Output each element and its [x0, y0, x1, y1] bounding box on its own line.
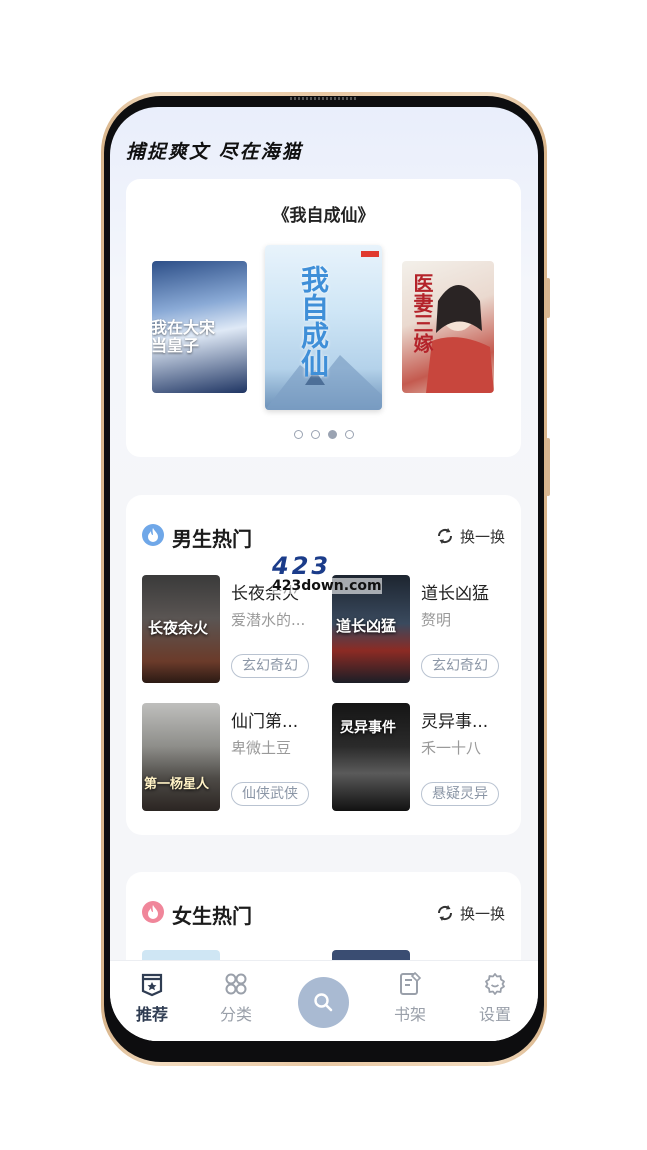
bottom-tab-bar: 推荐 分类 书架 设置: [110, 960, 538, 1041]
search-button[interactable]: [298, 977, 349, 1028]
female-refresh-button[interactable]: 换一换: [435, 903, 505, 924]
tab-label: 推荐: [135, 1005, 168, 1024]
book-genre-tag[interactable]: 悬疑灵异: [421, 782, 499, 806]
tab-category[interactable]: 分类: [206, 971, 266, 1025]
carousel-dot-active[interactable]: [327, 430, 337, 439]
refresh-label: 换一换: [459, 528, 505, 546]
banner-cover-right[interactable]: 医妻三嫁: [402, 261, 494, 393]
carousel-indicator: [126, 430, 521, 439]
tab-label: 书架: [393, 1005, 426, 1024]
female-section-title: 女生热门: [172, 904, 252, 928]
tab-label: 设置: [478, 1005, 511, 1024]
book-title: 灵异事...: [421, 712, 489, 732]
book-author: 卑微土豆: [231, 739, 292, 757]
settings-icon: [485, 973, 505, 995]
cover-left-text: 我在大宋当皇子: [152, 318, 216, 355]
phone-side-button: [546, 278, 550, 318]
banner-cover-center[interactable]: 我自成仙: [265, 245, 382, 410]
book-author: 爱潜水的...: [231, 611, 306, 629]
search-icon: [314, 993, 333, 1012]
book-genre-tag[interactable]: 玄幻奇幻: [421, 654, 499, 678]
book-title: 仙门第...: [231, 712, 299, 732]
tab-label: 分类: [219, 1005, 252, 1024]
book-cover[interactable]: 第一杨星人: [142, 703, 220, 811]
site-watermark: 423 423down.com: [272, 552, 382, 602]
refresh-icon: [437, 528, 452, 544]
banner-cover-left[interactable]: 我在大宋当皇子: [152, 261, 247, 393]
category-icon: [225, 973, 247, 995]
carousel-dot[interactable]: [310, 430, 320, 439]
app-slogan: 捕捉爽文 尽在海猫: [126, 141, 303, 163]
tab-bookshelf[interactable]: 书架: [380, 971, 440, 1025]
male-refresh-button[interactable]: 换一换: [435, 526, 505, 547]
tab-settings[interactable]: 设置: [465, 971, 525, 1025]
watermark-number: 423: [272, 552, 332, 580]
book-genre-tag[interactable]: 玄幻奇幻: [231, 654, 309, 678]
carousel-dot[interactable]: [293, 430, 303, 439]
book-cover-text: 长夜余火: [148, 619, 209, 637]
cover-center-text: 我自成仙: [297, 265, 330, 377]
book-title: 道长凶猛: [421, 584, 489, 604]
book-item[interactable]: 第一杨星人 仙门第... 卑微土豆 仙侠武侠: [142, 703, 332, 811]
flame-icon: [142, 524, 164, 546]
book-cover[interactable]: 长夜余火: [142, 575, 220, 683]
phone-side-button: [546, 438, 550, 496]
male-hot-section: 男生热门 换一换 长夜余火 长夜余火 爱潜水的... 玄幻奇幻 道长凶猛 道长凶…: [126, 495, 521, 835]
book-cover-text: 第一杨星人: [144, 777, 210, 792]
refresh-icon: [437, 905, 452, 921]
featured-banner[interactable]: 《我自成仙》 我在大宋当皇子 我自成仙 医妻三嫁: [126, 179, 521, 457]
cover-right-text: 医妻三嫁: [410, 273, 434, 353]
phone-speaker: [290, 97, 358, 100]
flame-icon: [142, 901, 164, 923]
book-cover[interactable]: 灵异事件: [332, 703, 410, 811]
book-item[interactable]: 灵异事件 灵异事... 禾一十八 悬疑灵异: [332, 703, 522, 811]
book-cover-text: 道长凶猛: [336, 617, 397, 635]
book-author: 禾一十八: [421, 739, 482, 757]
recommend-icon: [141, 973, 163, 997]
banner-title: 《我自成仙》: [272, 206, 375, 226]
book-genre-tag[interactable]: 仙侠武侠: [231, 782, 309, 806]
book-cover-text: 灵异事件: [340, 720, 396, 736]
watermark-url: 423down.com: [272, 578, 382, 594]
bookshelf-icon: [400, 971, 422, 995]
carousel-dot[interactable]: [344, 430, 354, 439]
refresh-label: 换一换: [459, 905, 505, 923]
male-section-title: 男生热门: [172, 527, 252, 551]
male-section-header: 男生热门 换一换: [142, 523, 505, 551]
tab-recommend[interactable]: 推荐: [122, 971, 182, 1025]
female-section-header: 女生热门 换一换: [142, 900, 505, 928]
book-author: 赘明: [421, 611, 452, 629]
